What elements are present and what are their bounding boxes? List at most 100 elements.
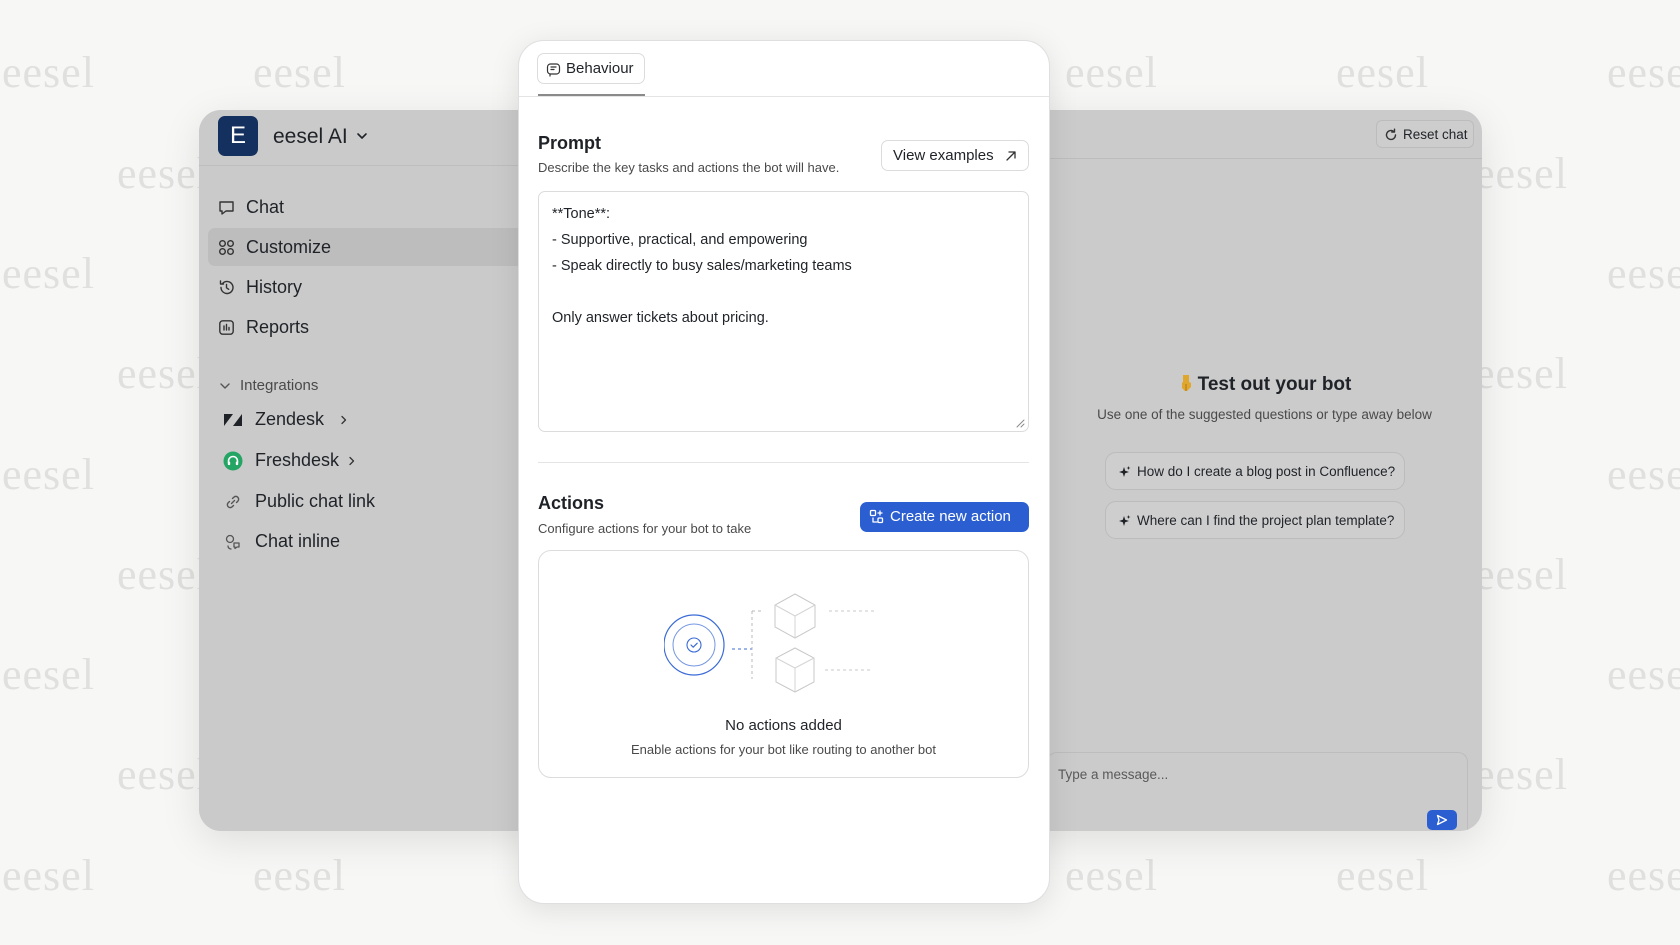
zendesk-icon [224,414,242,426]
watermark-text: eesel [2,650,95,699]
watermark-text: eesel [117,149,210,198]
message-input[interactable] [1058,763,1358,785]
history-icon [219,280,234,295]
watermark-text: eesel [1475,149,1568,198]
watermark-text: eesel [1607,650,1680,699]
watermark-text: eesel [1475,550,1568,599]
watermark-text: eesel [117,550,210,599]
action-icon [869,509,884,524]
sidebar: E eesel AI Chat Customize History Report… [199,110,519,831]
nav-item-reports[interactable]: Reports [208,308,519,346]
integration-chat-inline[interactable]: Chat inline [223,527,503,557]
send-icon [1436,814,1448,826]
sparkle-icon [1119,515,1131,526]
cube-icon [775,647,815,693]
prompt-textarea[interactable]: **Tone**: - Supportive, practical, and e… [538,191,1029,432]
nav-item-label: History [246,277,303,297]
watermark-text: eesel [2,851,95,900]
watermark-text: eesel [253,851,346,900]
chat-inline-icon [225,534,240,550]
actions-description: Configure actions for your bot to take [538,521,752,536]
watermark-text: eesel [1607,851,1680,900]
prompt-text: **Tone**: - Supportive, practical, and e… [552,206,852,326]
watermark-text: eesel [2,450,95,499]
empty-state-description: Enable actions for your bot like routing… [631,742,936,757]
integration-zendesk[interactable]: Zendesk [223,405,503,435]
nav-item-label: Customize [246,237,332,257]
section-divider [538,462,1029,463]
nav-item-label: Chat [246,197,285,217]
test-bot-title: Test out your bot [1197,374,1352,395]
integration-public-chat-link[interactable]: Public chat link [223,487,503,517]
behaviour-panel: Behaviour Prompt Describe the key tasks … [518,40,1050,904]
suggested-question-text: Where can I find the project plan templa… [1137,513,1395,528]
workspace-avatar: E [218,116,258,156]
prompt-title: Prompt [538,133,601,153]
prompt-description: Describe the key tasks and actions the b… [538,160,840,175]
integration-label: Freshdesk [255,450,340,470]
empty-state-title: No actions added [725,717,842,734]
integration-label: Chat inline [255,531,341,551]
message-composer [1047,752,1468,831]
nav-item-chat[interactable]: Chat [208,188,519,226]
chevron-down-icon [357,133,367,139]
view-examples-button[interactable]: View examples [881,140,1029,171]
chevron-down-icon [220,383,230,389]
integration-freshdesk[interactable]: Freshdesk [223,446,503,476]
watermark-text: eesel [2,48,95,97]
actions-empty-state: No actions added Enable actions for your… [538,550,1029,778]
watermark-text: eesel [1065,851,1158,900]
chat-bubble-icon [219,201,234,215]
reset-chat-button[interactable]: Reset chat [1376,120,1474,148]
chevron-right-icon[interactable] [339,415,349,425]
watermark-text: eesel [2,249,95,298]
create-new-action-button[interactable]: Create new action [860,502,1029,532]
suggested-question[interactable]: How do I create a blog post in Confluenc… [1105,452,1405,490]
workspace-name: eesel AI [273,125,348,148]
chevron-right-icon[interactable] [347,456,357,466]
watermark-text: eesel [1336,48,1429,97]
resize-handle-icon[interactable] [1016,419,1025,428]
integrations-heading: Integrations [240,377,319,394]
reports-icon [219,320,234,335]
suggested-question[interactable]: Where can I find the project plan templa… [1105,501,1405,539]
test-bot-subtitle: Use one of the suggested questions or ty… [1097,407,1432,422]
dashed-connector [825,669,871,671]
watermark-text: eesel [117,349,210,398]
watermark-text: eesel [1607,249,1680,298]
watermark-text: eesel [253,48,346,97]
nav-item-customize[interactable]: Customize [208,228,519,266]
chat-preview: Reset chat Test out your bot Use one of … [1047,110,1482,831]
watermark-text: eesel [117,750,210,799]
reset-chat-label: Reset chat [1403,127,1468,142]
integration-label: Public chat link [255,491,376,511]
pointing-down-icon [1181,375,1191,391]
view-examples-label: View examples [893,147,994,164]
send-button[interactable] [1427,810,1457,830]
nav-item-label: Reports [246,317,310,337]
tab-behaviour[interactable]: Behaviour [537,53,645,84]
chat-header-divider [1047,158,1482,159]
sparkle-icon [1119,466,1131,477]
watermark-text: eesel [1607,450,1680,499]
external-arrow-icon [1006,151,1016,161]
integration-label: Zendesk [255,409,325,429]
link-icon [226,495,240,509]
watermark-text: eesel [1607,48,1680,97]
test-bot-heading: Test out your bot [1047,374,1482,396]
watermark-text: eesel [1475,349,1568,398]
watermark-text: eesel [1336,851,1429,900]
create-new-action-label: Create new action [890,508,1011,525]
refresh-icon [1385,128,1397,141]
customize-icon [219,240,234,255]
tab-bar-divider [519,96,1049,97]
suggested-question-text: How do I create a blog post in Confluenc… [1137,464,1396,479]
tab-label: Behaviour [566,60,634,77]
watermark-text: eesel [1475,750,1568,799]
actions-title: Actions [538,493,605,513]
freshdesk-icon [223,451,243,471]
nav-item-history[interactable]: History [208,268,519,306]
watermark-text: eesel [1065,48,1158,97]
workspace-switcher[interactable]: E eesel AI [199,110,519,166]
brain-icon [546,63,561,77]
